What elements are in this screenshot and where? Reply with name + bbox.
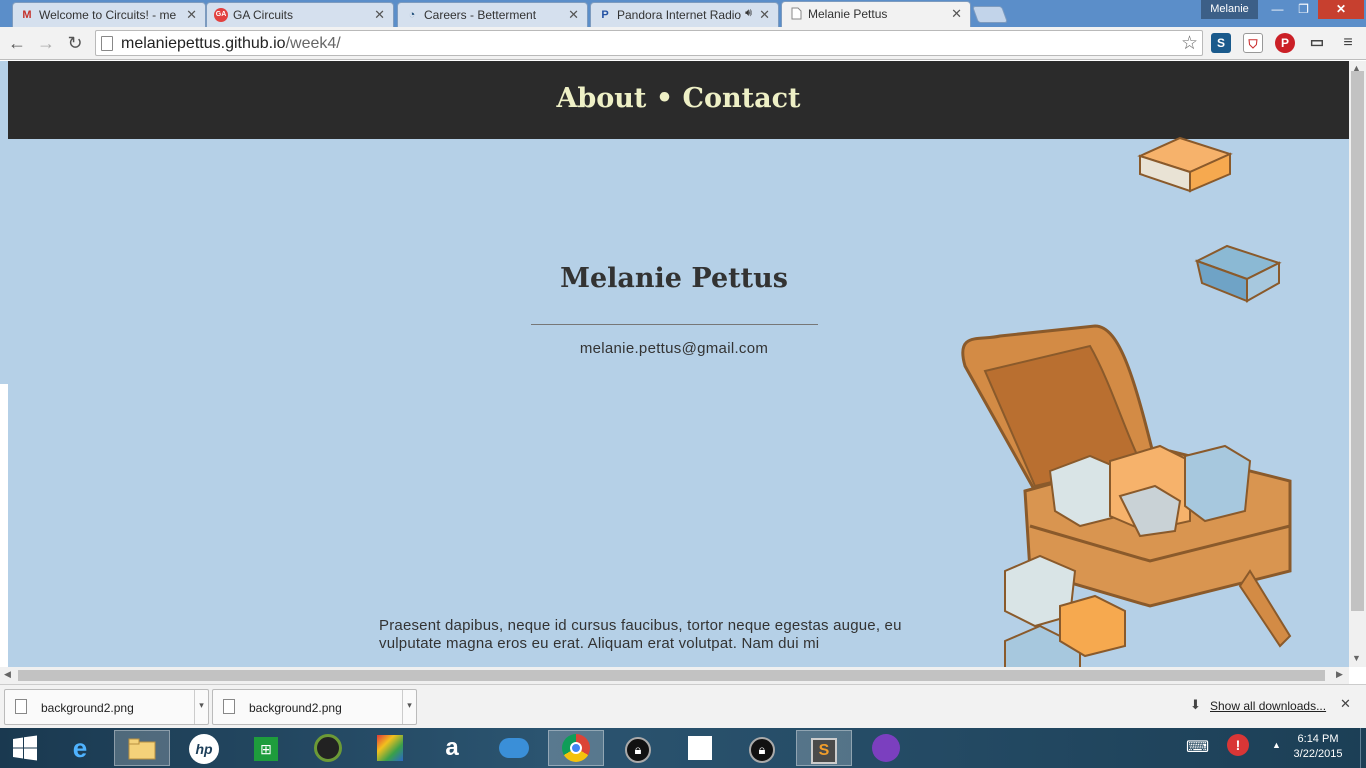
chevron-down-icon[interactable]: ▾ (194, 690, 208, 724)
nav-about-link[interactable]: About (556, 83, 646, 114)
pinterest-icon[interactable]: P (1275, 33, 1295, 53)
profile-button[interactable]: Melanie (1201, 0, 1258, 19)
minimize-button[interactable]: — (1264, 0, 1291, 19)
shield-extension-icon[interactable]: ⛉ (1243, 33, 1263, 53)
profile-name: Melanie Pettus (560, 263, 788, 294)
clock-time: 6:14 PM (1297, 733, 1339, 745)
tab-strip: M Welcome to Circuits! - me ✕ GA GA Circ… (0, 0, 1366, 27)
gmail-icon: M (22, 9, 32, 21)
clock[interactable]: 6:14 PM 3/22/2015 (1285, 732, 1351, 762)
scroll-down-icon[interactable]: ▼ (1352, 653, 1361, 663)
tab-melanie-pettus[interactable]: Melanie Pettus ✕ (781, 1, 971, 27)
start-button[interactable] (0, 730, 50, 766)
clock-date: 3/22/2015 (1293, 748, 1343, 760)
keyboard-icon[interactable]: ⌨ (1186, 737, 1209, 757)
bookmark-star-icon[interactable]: ☆ (1181, 32, 1198, 55)
download-shelf: background2.png ▾ background2.png ▾ ⬇ Sh… (0, 684, 1366, 728)
body-paragraph: Praesent dapibus, neque id cursus faucib… (379, 617, 902, 652)
show-all-downloads-link[interactable]: Show all downloads... (1210, 699, 1326, 713)
treasure-chest-illustration (961, 136, 1292, 667)
taskbar: e hp ⊞ a 🔒︎ 🔒︎ S ⌨ ! ▲ 6:14 PM 3/22/2015 (0, 728, 1366, 768)
scrollbar-thumb[interactable] (1351, 71, 1364, 611)
download-item[interactable]: background2.png ▾ (212, 689, 417, 725)
vertical-scrollbar[interactable]: ▲ ▼ (1349, 61, 1366, 667)
chevron-down-icon[interactable]: ▾ (402, 690, 416, 724)
betterment-icon: ◔ (408, 9, 416, 21)
chrome-icon[interactable] (548, 730, 604, 766)
browser-toolbar: ← → ↻ melaniepettus.github.io/week4/ ☆ S… (0, 27, 1366, 60)
hp-icon[interactable]: hp (176, 730, 232, 766)
file-icon (223, 699, 235, 714)
cloud-storage-icon[interactable] (486, 730, 542, 766)
email-text: melanie.pettus@gmail.com (579, 340, 769, 357)
show-hidden-icons[interactable]: ▲ (1272, 740, 1281, 750)
lock-app-icon[interactable]: 🔒︎ (610, 730, 666, 766)
tab-title: GA Circuits (233, 8, 294, 22)
github-icon[interactable] (858, 730, 914, 766)
tab-title: Careers - Betterment (424, 8, 537, 22)
tab-ga-circuits[interactable]: GA GA Circuits ✕ (206, 2, 394, 27)
pandora-icon: P (601, 9, 609, 21)
show-desktop-button[interactable] (1360, 728, 1366, 768)
file-explorer-icon[interactable] (114, 730, 170, 766)
cast-icon[interactable]: ▭ (1307, 33, 1327, 53)
close-icon[interactable]: ✕ (186, 7, 197, 23)
close-icon[interactable]: ✕ (1340, 696, 1351, 712)
camera-app-icon[interactable] (300, 730, 356, 766)
back-button[interactable]: ← (5, 31, 29, 55)
page-viewport: About • Contact Melanie Pettus melanie.p… (0, 61, 1366, 667)
amazon-icon[interactable]: a (424, 730, 480, 766)
nav-contact-link[interactable]: Contact (683, 83, 801, 114)
download-arrow-icon: ⬇ (1190, 697, 1201, 712)
maximize-button[interactable]: ❐ (1291, 0, 1316, 19)
tab-title: Pandora Internet Radio (617, 8, 741, 22)
internet-explorer-icon[interactable]: e (52, 730, 108, 766)
horizontal-scrollbar[interactable]: ◀ ▶ (0, 667, 1349, 684)
tab-pandora[interactable]: P Pandora Internet Radio 🔊︎ ✕ (590, 2, 779, 27)
scroll-left-icon[interactable]: ◀ (4, 669, 11, 680)
new-tab-button[interactable] (971, 6, 1009, 23)
menu-icon[interactable]: ≡ (1338, 33, 1358, 53)
download-filename: background2.png (41, 701, 134, 715)
download-filename: background2.png (249, 701, 342, 715)
scroll-right-icon[interactable]: ▶ (1336, 669, 1343, 680)
address-bar[interactable]: melaniepettus.github.io/week4/ ☆ (95, 30, 1203, 56)
ga-icon: GA (214, 8, 228, 22)
forward-button[interactable]: → (34, 31, 58, 55)
tab-betterment[interactable]: ◔ Careers - Betterment ✕ (397, 2, 588, 27)
scrollbar-thumb[interactable] (18, 670, 1325, 681)
close-icon[interactable]: ✕ (951, 6, 962, 22)
puzzle-app-icon[interactable] (362, 730, 418, 766)
store-icon[interactable]: ⊞ (238, 730, 294, 766)
reload-button[interactable]: ↻ (63, 31, 87, 55)
close-icon[interactable]: ✕ (568, 7, 579, 23)
tab-gmail[interactable]: M Welcome to Circuits! - me ✕ (12, 2, 206, 27)
lock-app-icon-2[interactable]: 🔒︎ (734, 730, 790, 766)
tab-title: Melanie Pettus (808, 7, 888, 21)
close-icon[interactable]: ✕ (759, 7, 770, 23)
url-text[interactable]: melaniepettus.github.io/week4/ (121, 35, 341, 53)
close-window-button[interactable]: ✕ (1318, 0, 1364, 19)
sublime-text-icon[interactable]: S (796, 730, 852, 766)
close-icon[interactable]: ✕ (374, 7, 385, 23)
s-extension-icon[interactable]: S (1211, 33, 1231, 53)
page-icon (789, 7, 803, 21)
nav-separator: • (655, 83, 674, 114)
alert-icon[interactable]: ! (1227, 734, 1249, 756)
file-icon (15, 699, 27, 714)
download-item[interactable]: background2.png ▾ (4, 689, 209, 725)
page-icon (101, 36, 113, 51)
site-nav: About • Contact (8, 61, 1349, 139)
divider (531, 324, 818, 325)
grid-app-icon[interactable] (672, 730, 728, 766)
speaker-icon: 🔊︎ (745, 7, 752, 19)
tab-title: Welcome to Circuits! - me (39, 8, 177, 22)
